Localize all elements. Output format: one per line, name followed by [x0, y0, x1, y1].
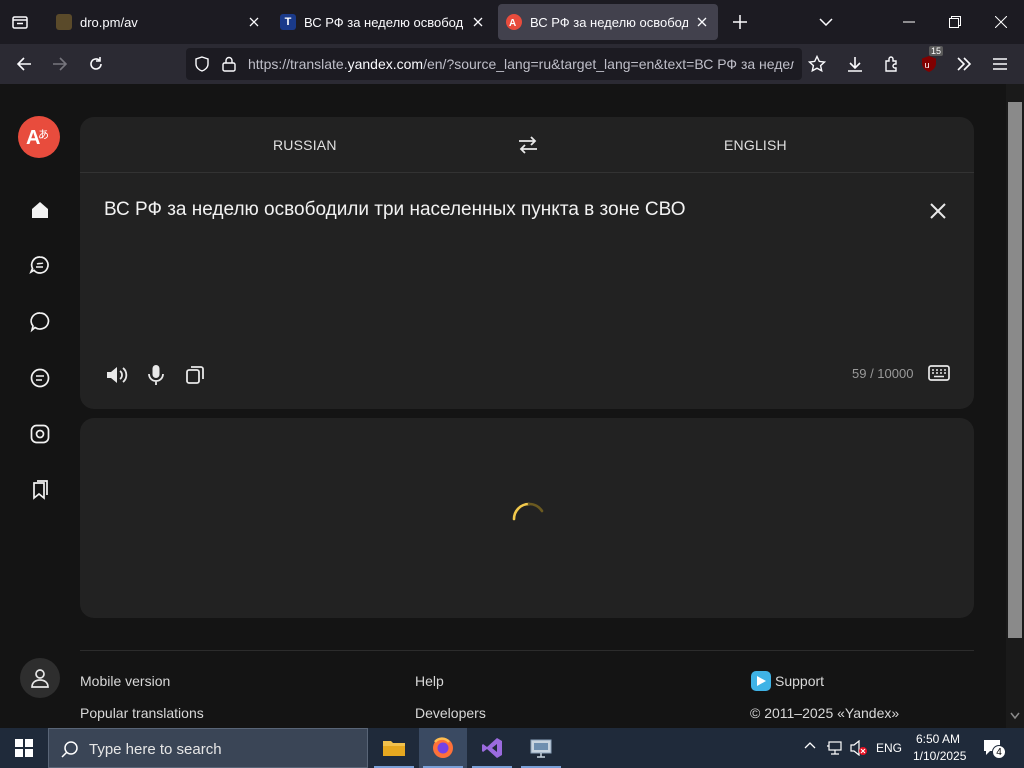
close-icon[interactable] [470, 14, 486, 30]
svg-text:u: u [925, 60, 930, 70]
remote-desktop-icon[interactable] [517, 728, 565, 768]
network-icon[interactable] [826, 740, 844, 756]
menu-icon[interactable] [986, 50, 1014, 78]
home-icon[interactable] [22, 192, 58, 228]
support-icon [750, 670, 772, 692]
yandex-translate-logo[interactable]: Aあ [18, 116, 60, 158]
search-placeholder: Type here to search [89, 741, 222, 758]
tab-2[interactable]: T ВС РФ за неделю освободили [272, 4, 494, 40]
close-icon[interactable] [246, 14, 262, 30]
source-card: RUSSIAN ENGLISH ВС РФ за неделю освободи… [80, 117, 974, 409]
taskbar-search-box[interactable]: Type here to search [48, 728, 368, 768]
language-bar: RUSSIAN ENGLISH [80, 117, 974, 173]
scroll-down-icon[interactable] [1010, 712, 1020, 720]
clear-icon[interactable] [926, 199, 950, 223]
tab-list-icon[interactable] [812, 8, 840, 36]
url-bar[interactable]: https://translate.yandex.com/en/?source_… [186, 48, 802, 80]
minimize-icon[interactable] [886, 0, 932, 44]
search-icon [61, 740, 79, 758]
back-icon[interactable] [10, 50, 38, 78]
close-window-icon[interactable] [978, 0, 1024, 44]
swap-languages-icon[interactable] [518, 136, 538, 154]
tass-icon: T [280, 14, 296, 30]
restore-icon[interactable] [932, 0, 978, 44]
chat-bubble-icon[interactable] [22, 304, 58, 340]
input-language[interactable]: ENG [876, 741, 902, 755]
footer-divider [80, 650, 974, 651]
url-suffix: /en/?source_lang=ru&target_lang=en&text=… [423, 56, 794, 72]
support-link[interactable]: Support [775, 673, 824, 689]
developers-link[interactable]: Developers [415, 705, 486, 721]
source-language-button[interactable]: RUSSIAN [273, 137, 337, 153]
microphone-icon[interactable] [143, 362, 169, 388]
clock-date[interactable]: 1/10/2025 [913, 749, 966, 763]
windows-taskbar: Type here to search ENG 6:50 AM 1/10/202… [0, 728, 1024, 768]
yandex-translate-icon: A [506, 14, 522, 30]
camera-icon[interactable] [22, 416, 58, 452]
svg-text:あ: あ [38, 128, 49, 141]
tab-3-active[interactable]: A ВС РФ за неделю освободили [498, 4, 718, 40]
target-language-button[interactable]: ENGLISH [724, 137, 787, 153]
nav-bar: https://translate.yandex.com/en/?source_… [0, 44, 1024, 84]
firefox-icon[interactable] [419, 728, 467, 768]
close-icon[interactable] [694, 14, 710, 30]
file-explorer-icon[interactable] [370, 728, 418, 768]
extensions-icon[interactable] [878, 50, 906, 78]
url-text[interactable]: https://translate.yandex.com/en/?source_… [248, 56, 794, 72]
copyright-text: © 2011–2025 «Yandex» [750, 705, 900, 721]
translation-card [80, 418, 974, 618]
url-prefix: https://translate. [248, 56, 348, 72]
more-tools-icon[interactable] [950, 50, 978, 78]
documents-icon[interactable] [22, 360, 58, 396]
scrollbar-thumb[interactable] [1008, 102, 1022, 638]
tab-title: dro.pm/av [80, 14, 138, 30]
tab-title: ВС РФ за неделю освободили [304, 14, 464, 30]
dialogue-icon[interactable] [22, 248, 58, 284]
user-avatar-icon[interactable] [20, 658, 60, 698]
url-domain: yandex.com [347, 56, 424, 72]
notifications-icon[interactable]: 4 [982, 738, 1006, 759]
new-tab-icon[interactable] [726, 8, 754, 36]
lock-icon[interactable] [222, 56, 236, 72]
forward-icon[interactable] [46, 50, 74, 78]
notifications-badge: 4 [992, 745, 1006, 759]
tab-1[interactable]: dro.pm/av [48, 4, 270, 40]
windows-start-icon[interactable] [0, 728, 48, 768]
copy-icon[interactable] [182, 362, 208, 388]
extension-badge: 15 [929, 46, 944, 56]
collections-icon[interactable] [22, 472, 58, 508]
show-hidden-icons-icon[interactable] [804, 741, 816, 749]
popular-translations-link[interactable]: Popular translations [80, 705, 204, 721]
character-counter: 59 / 10000 [852, 366, 914, 381]
help-link[interactable]: Help [415, 673, 444, 689]
source-text-input[interactable]: ВС РФ за неделю освободили три населенны… [104, 199, 685, 221]
bookmark-star-icon[interactable] [803, 50, 831, 78]
page-icon [56, 14, 72, 30]
reload-icon[interactable] [82, 50, 110, 78]
visual-studio-icon[interactable] [468, 728, 516, 768]
volume-muted-icon[interactable] [850, 740, 868, 756]
clock-time[interactable]: 6:50 AM [916, 732, 960, 746]
tab-title: ВС РФ за неделю освободили [530, 14, 688, 30]
ublock-icon[interactable]: u 15 [915, 46, 944, 78]
keyboard-icon[interactable] [928, 365, 950, 381]
all-tabs-icon[interactable] [6, 8, 34, 36]
shield-icon[interactable] [194, 56, 210, 72]
downloads-icon[interactable] [841, 50, 869, 78]
tab-bar: dro.pm/av T ВС РФ за неделю освободили A… [0, 0, 1024, 44]
svg-text:A: A [509, 18, 516, 28]
page-content: Aあ RUSSIAN ENGLISH ВС РФ за неделю освоб… [0, 84, 1024, 728]
loading-spinner-icon [512, 502, 546, 536]
page-scrollbar[interactable] [1006, 84, 1024, 728]
speaker-icon[interactable] [104, 362, 130, 388]
mobile-version-link[interactable]: Mobile version [80, 673, 170, 689]
